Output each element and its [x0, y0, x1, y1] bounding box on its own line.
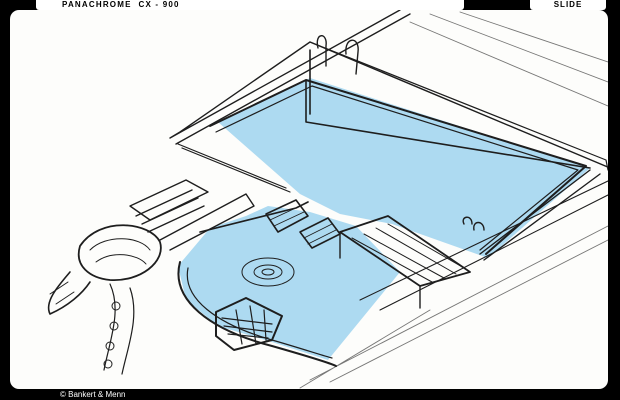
- slide-label: SLIDE: [530, 0, 606, 10]
- turtle-planter: [77, 224, 162, 281]
- slide-frame: PANACHROME CX - 900 SLIDE © Bankert & Me…: [0, 0, 620, 400]
- sketch-window: [10, 10, 608, 389]
- pool-sketch-illustration: [47, 10, 608, 389]
- pool-steps: [129, 179, 209, 233]
- film-brand-label: PANACHROME CX - 900: [36, 0, 464, 10]
- copyright-credit: © Bankert & Menn: [60, 390, 126, 399]
